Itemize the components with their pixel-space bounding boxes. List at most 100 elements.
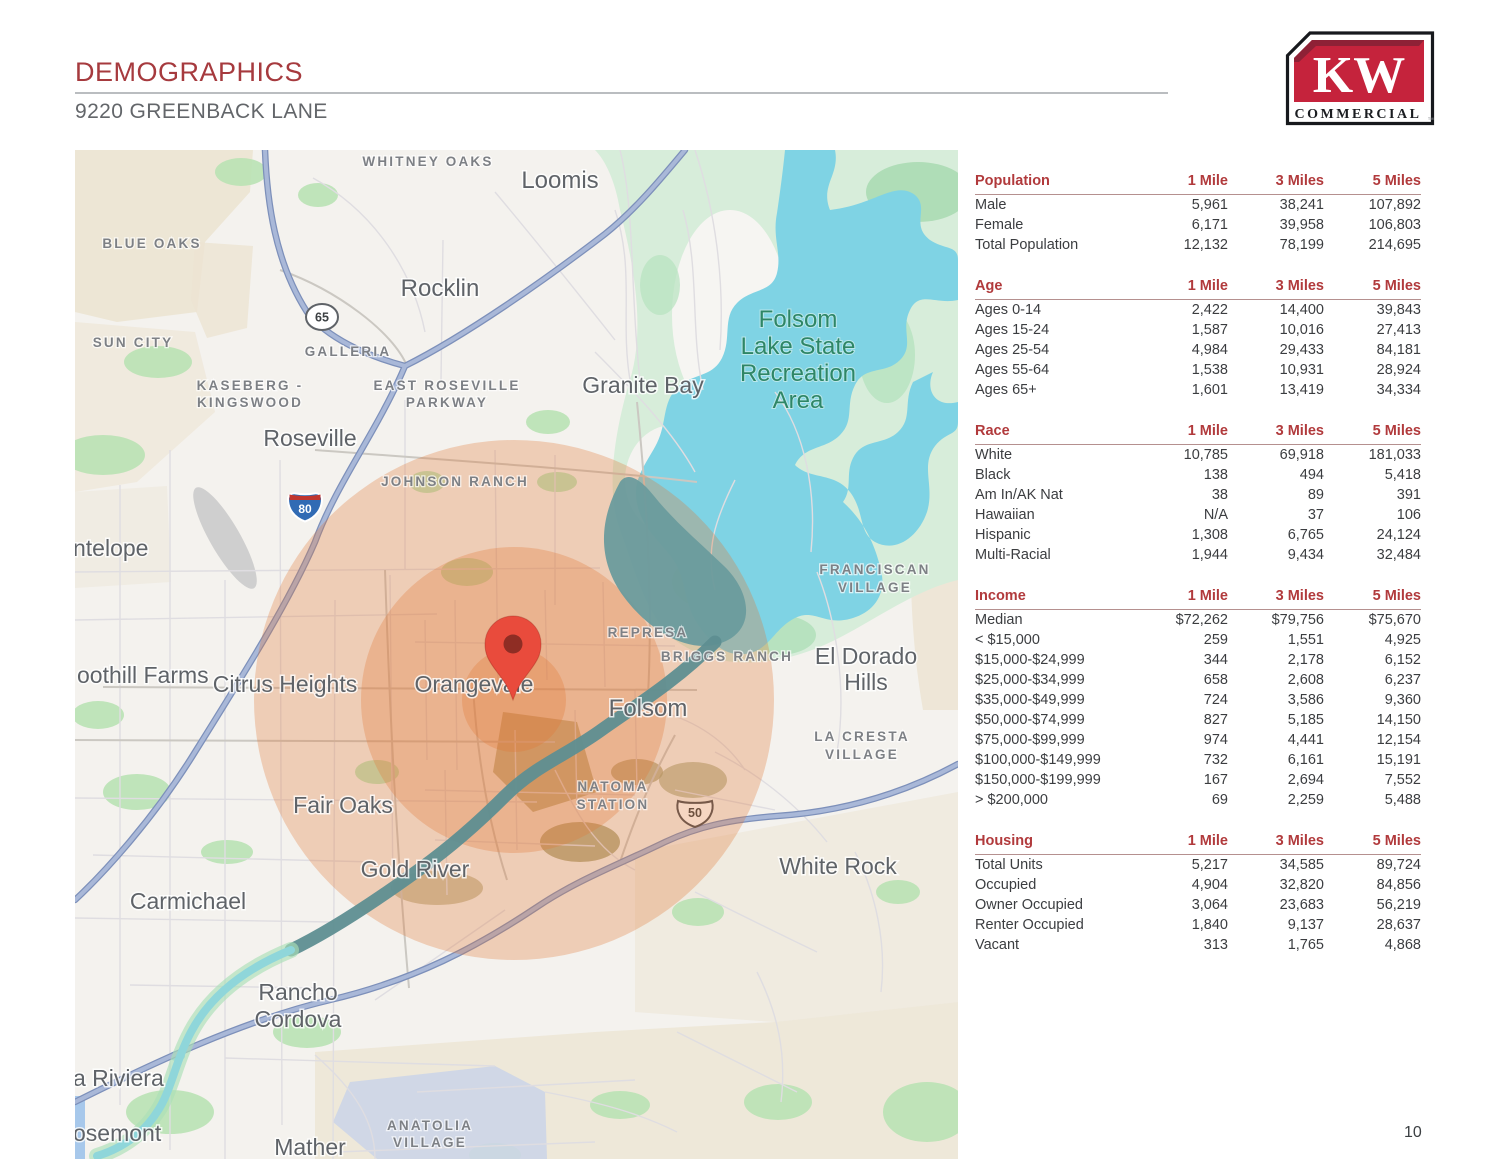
table-row: Renter Occupied1,8409,13728,637 (975, 915, 1421, 935)
demographics-tables: Population1 Mile3 Miles5 MilesMale5,9613… (975, 172, 1421, 977)
cell-value: 259 (1131, 630, 1228, 650)
column-header: 3 Miles (1228, 832, 1324, 852)
cell-value: 2,608 (1228, 670, 1324, 690)
cell-value: 1,840 (1131, 915, 1228, 935)
page-title: DEMOGRAPHICS (75, 57, 303, 88)
table-row: Black1384945,418 (975, 465, 1421, 485)
cell-value: 7,552 (1324, 770, 1421, 790)
cell-value: 974 (1131, 730, 1228, 750)
row-label: Black (975, 465, 1131, 485)
cell-value: 78,199 (1228, 235, 1324, 255)
cell-value: 1,601 (1131, 380, 1228, 400)
section-title: Income (975, 587, 1131, 607)
map-label: WHITNEY OAKS (362, 154, 493, 169)
section-title: Housing (975, 832, 1131, 852)
page-number: 10 (1404, 1124, 1422, 1142)
cell-value: 658 (1131, 670, 1228, 690)
cell-value: 32,820 (1228, 875, 1324, 895)
row-label: $100,000-$149,999 (975, 750, 1131, 770)
cell-value: 1,765 (1228, 935, 1324, 955)
cell-value: 12,154 (1324, 730, 1421, 750)
map: 658050 WHITNEY OAKSLoomisBLUE OAKSRockli… (75, 150, 958, 1159)
cell-value: 34,334 (1324, 380, 1421, 400)
row-label: Male (975, 195, 1131, 215)
table-row: Am In/AK Nat3889391 (975, 485, 1421, 505)
map-label: Mather (274, 1134, 346, 1159)
table-row: Ages 0-142,42214,40039,843 (975, 300, 1421, 320)
cell-value: 214,695 (1324, 235, 1421, 255)
map-label: RanchoCordova (255, 979, 342, 1032)
table-row: $15,000-$24,9993442,1786,152 (975, 650, 1421, 670)
cell-value: 5,418 (1324, 465, 1421, 485)
row-label: Ages 15-24 (975, 320, 1131, 340)
cell-value: 1,538 (1131, 360, 1228, 380)
cell-value: 138 (1131, 465, 1228, 485)
cell-value: 4,904 (1131, 875, 1228, 895)
table-row: Ages 65+1,60113,41934,334 (975, 380, 1421, 400)
cell-value: 5,217 (1131, 855, 1228, 875)
cell-value: 5,488 (1324, 790, 1421, 810)
cell-value: 9,360 (1324, 690, 1421, 710)
map-label: ntelope (75, 535, 148, 561)
table-row: Occupied4,90432,82084,856 (975, 875, 1421, 895)
section-title: Race (975, 422, 1131, 442)
row-label: $35,000-$49,999 (975, 690, 1131, 710)
map-label: BRIGGS RANCH (661, 649, 793, 664)
cell-value: $79,756 (1228, 610, 1324, 630)
column-header: 5 Miles (1324, 277, 1421, 297)
logo-bevel-top (1312, 40, 1424, 46)
map-label: GALLERIA (305, 344, 392, 359)
table-header: Race1 Mile3 Miles5 Miles (975, 422, 1421, 445)
cell-value: 3,586 (1228, 690, 1324, 710)
cell-value: 84,856 (1324, 875, 1421, 895)
cell-value: 6,161 (1228, 750, 1324, 770)
table-row: Median$72,262$79,756$75,670 (975, 610, 1421, 630)
cell-value: 9,137 (1228, 915, 1324, 935)
cell-value: 24,124 (1324, 525, 1421, 545)
radius-map: 658050 WHITNEY OAKSLoomisBLUE OAKSRockli… (75, 150, 958, 1159)
table-row: Ages 15-241,58710,01627,413 (975, 320, 1421, 340)
row-label: Ages 25-54 (975, 340, 1131, 360)
map-label: Carmichael (130, 888, 246, 914)
cell-value: 10,785 (1131, 445, 1228, 465)
table-header: Housing1 Mile3 Miles5 Miles (975, 832, 1421, 855)
table-section-population: Population1 Mile3 Miles5 MilesMale5,9613… (975, 172, 1421, 255)
row-label: Hawaiian (975, 505, 1131, 525)
table-section-housing: Housing1 Mile3 Miles5 MilesTotal Units5,… (975, 832, 1421, 955)
row-label: Renter Occupied (975, 915, 1131, 935)
cell-value: 28,637 (1324, 915, 1421, 935)
cell-value: 106 (1324, 505, 1421, 525)
cell-value: 1,944 (1131, 545, 1228, 565)
cell-value: $75,670 (1324, 610, 1421, 630)
cell-value: 69 (1131, 790, 1228, 810)
column-header: 3 Miles (1228, 172, 1324, 192)
cell-value: 2,259 (1228, 790, 1324, 810)
table-row: HawaiianN/A37106 (975, 505, 1421, 525)
table-row: Total Units5,21734,58589,724 (975, 855, 1421, 875)
row-label: Occupied (975, 875, 1131, 895)
table-row: $35,000-$49,9997243,5869,360 (975, 690, 1421, 710)
cell-value: 37 (1228, 505, 1324, 525)
cell-value: 313 (1131, 935, 1228, 955)
column-header: 1 Mile (1131, 422, 1228, 442)
column-header: 3 Miles (1228, 587, 1324, 607)
cell-value: 4,925 (1324, 630, 1421, 650)
cell-value: 827 (1131, 710, 1228, 730)
table-row: < $15,0002591,5514,925 (975, 630, 1421, 650)
table-header: Age1 Mile3 Miles5 Miles (975, 277, 1421, 300)
cell-value: 724 (1131, 690, 1228, 710)
cell-value: 10,931 (1228, 360, 1324, 380)
cell-value: 732 (1131, 750, 1228, 770)
cell-value: 38 (1131, 485, 1228, 505)
table-row: Ages 55-641,53810,93128,924 (975, 360, 1421, 380)
table-row: Multi-Racial1,9449,43432,484 (975, 545, 1421, 565)
table-row: Total Population12,13278,199214,695 (975, 235, 1421, 255)
cell-value: 1,551 (1228, 630, 1324, 650)
map-label: Rocklin (401, 275, 480, 302)
cell-value: 5,961 (1131, 195, 1228, 215)
cell-value: 107,892 (1324, 195, 1421, 215)
cell-value: $72,262 (1131, 610, 1228, 630)
column-header: 1 Mile (1131, 587, 1228, 607)
row-label: $75,000-$99,999 (975, 730, 1131, 750)
cell-value: 4,868 (1324, 935, 1421, 955)
